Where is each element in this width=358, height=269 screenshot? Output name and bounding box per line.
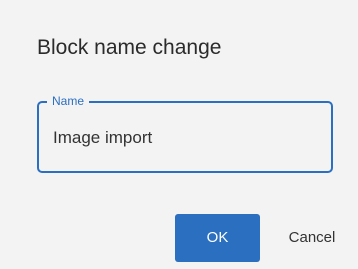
dialog-title: Block name change	[37, 36, 222, 59]
name-field-label: Name	[47, 94, 90, 108]
name-field[interactable]: Name	[37, 94, 333, 173]
block-name-change-dialog: Block name change Name OK Cancel	[0, 0, 358, 269]
ok-button[interactable]: OK	[175, 214, 260, 262]
name-input[interactable]	[53, 127, 313, 149]
cancel-button[interactable]: Cancel	[272, 214, 352, 262]
